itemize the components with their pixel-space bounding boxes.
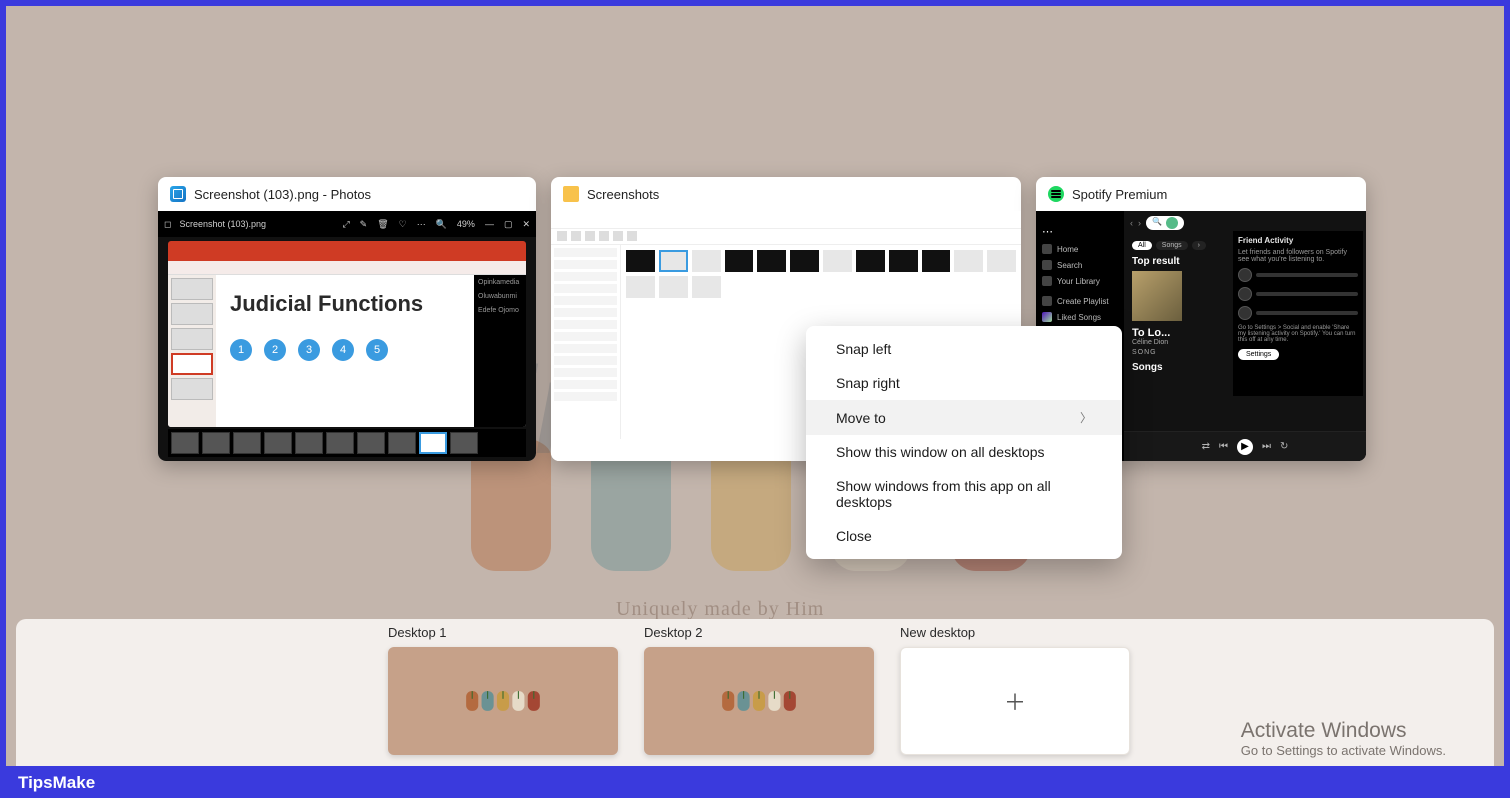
chevron-right-icon: 〉 xyxy=(1080,409,1092,426)
activate-windows-watermark: Activate Windows Go to Settings to activ… xyxy=(1241,719,1446,758)
tipsmake-brand: TipsMake xyxy=(18,773,95,793)
window-header: Spotify Premium xyxy=(1036,177,1366,211)
new-desktop-label: New desktop xyxy=(900,625,1130,640)
menu-show-window-all-desktops[interactable]: Show this window on all desktops xyxy=(806,435,1122,469)
photos-toolbar: ◻Screenshot (103).png ⤢✎🗑♡⋯🔍49%—▢✕ xyxy=(158,211,536,237)
new-desktop[interactable]: New desktop ＋ xyxy=(900,625,1130,766)
desktop-thumbnail[interactable] xyxy=(644,647,874,755)
play-icon: ▶ xyxy=(1237,439,1253,455)
open-windows-row: Screenshot (103).png - Photos ◻Screensho… xyxy=(158,177,1366,461)
window-title: Screenshot (103).png - Photos xyxy=(194,187,371,202)
menu-close[interactable]: Close xyxy=(806,519,1122,553)
menu-snap-left[interactable]: Snap left xyxy=(806,332,1122,366)
window-photos[interactable]: Screenshot (103).png - Photos ◻Screensho… xyxy=(158,177,536,461)
spotify-player: ⇄⏮▶⏭↻ xyxy=(1124,431,1366,461)
folder-icon xyxy=(563,186,579,202)
menu-snap-right[interactable]: Snap right xyxy=(806,366,1122,400)
friend-activity-panel: Friend Activity Let friends and follower… xyxy=(1233,231,1363,396)
window-title: Screenshots xyxy=(587,187,659,202)
context-menu: Snap left Snap right Move to 〉 Show this… xyxy=(806,326,1122,559)
album-art xyxy=(1132,271,1182,321)
powerpoint-preview: Judicial Functions 1 2 3 4 5 Opinkamedia xyxy=(168,241,526,427)
task-view: Uniquely made by Him TipsMake.com Screen… xyxy=(6,6,1504,766)
new-desktop-button[interactable]: ＋ xyxy=(900,647,1130,755)
menu-show-app-all-desktops[interactable]: Show windows from this app on all deskto… xyxy=(806,469,1122,519)
photos-filmstrip xyxy=(168,429,526,457)
plus-icon: ＋ xyxy=(1004,685,1026,717)
window-header: Screenshots xyxy=(551,177,1021,211)
window-thumbnail: ◻Screenshot (103).png ⤢✎🗑♡⋯🔍49%—▢✕ Judic… xyxy=(158,211,536,461)
desktop-label: Desktop 2 xyxy=(644,625,874,640)
spotify-icon xyxy=(1048,186,1064,202)
window-title: Spotify Premium xyxy=(1072,187,1167,202)
friend-settings-button: Settings xyxy=(1238,349,1279,360)
desktop-thumbnail[interactable] xyxy=(388,647,618,755)
desktop-1[interactable]: Desktop 1 xyxy=(388,625,618,766)
menu-move-to[interactable]: Move to 〉 xyxy=(806,400,1122,435)
slide-title: Judicial Functions xyxy=(230,291,460,317)
photos-app-icon xyxy=(170,186,186,202)
desktop-2[interactable]: Desktop 2 xyxy=(644,625,874,766)
desktop-label: Desktop 1 xyxy=(388,625,618,640)
window-header: Screenshot (103).png - Photos xyxy=(158,177,536,211)
wallpaper-caption: Uniquely made by Him xyxy=(616,598,824,621)
